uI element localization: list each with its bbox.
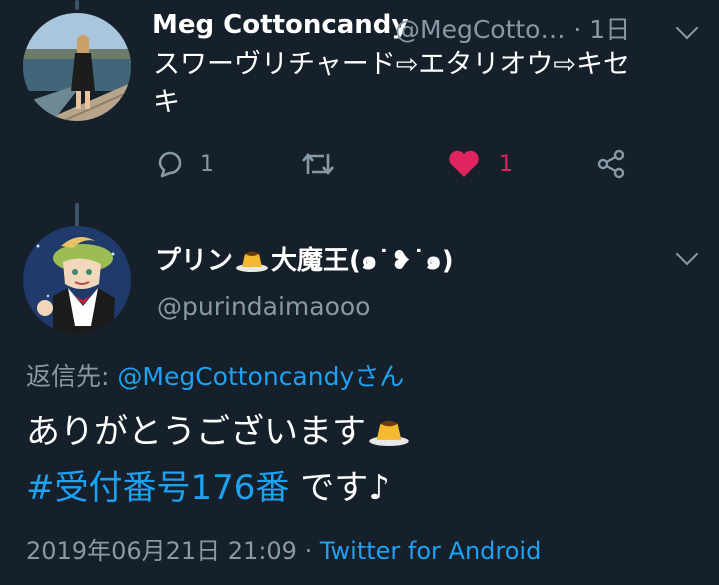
body-line1-text: ありがとうございます <box>26 412 366 452</box>
body-line2-rest: です♪ <box>289 468 390 508</box>
hashtag-link[interactable]: #受付番号176番 <box>26 468 289 508</box>
pudding-emoji <box>368 413 410 447</box>
tweet2-handle[interactable]: @purindaimaooo <box>157 292 370 321</box>
tweet1-handle-time[interactable]: @MegCotto… · 1日 <box>395 10 630 46</box>
reply-count: 1 <box>200 151 214 177</box>
tweet1-display-name[interactable]: Meg Cottoncandy <box>152 10 408 40</box>
tweet2-display-name[interactable]: プリン 大魔王(๑˙❥˙๑) <box>155 240 454 281</box>
thread-line-top <box>75 0 79 10</box>
reply-to-suffix: さん <box>354 362 405 391</box>
reply-action[interactable]: 1 <box>154 144 214 184</box>
timestamp: 2019年06月21日 21:09 · <box>26 537 320 565</box>
pudding-emoji <box>235 246 269 272</box>
like-count: 1 <box>499 151 513 177</box>
chevron-down-icon[interactable] <box>675 16 699 40</box>
avatar-meg[interactable] <box>23 13 131 121</box>
retweet-icon <box>302 152 334 176</box>
tweet2-meta: 2019年06月21日 21:09 · Twitter for Android <box>26 532 541 570</box>
reply-icon <box>158 151 182 178</box>
tweet2-body-line2: #受付番号176番 です♪ <box>26 466 390 510</box>
tweet1-text-line1: スワーヴリチャード⇨エタリオウ⇨キセ <box>153 49 630 80</box>
share-icon <box>597 149 625 179</box>
tweet-thread: Meg Cottoncandy @MegCotto… · 1日 スワーヴリチャー… <box>0 0 719 585</box>
retweet-action[interactable] <box>300 144 336 184</box>
like-action[interactable]: 1 <box>447 144 513 184</box>
avatar-purin[interactable] <box>23 226 131 334</box>
heart-icon <box>449 150 479 177</box>
reply-to-line: 返信先: @MegCottoncandyさん <box>26 358 404 396</box>
share-action[interactable] <box>595 144 627 184</box>
tweet1-text-line2: キ <box>153 87 180 118</box>
display-name-prefix: プリン <box>155 246 234 276</box>
chevron-down-icon[interactable] <box>675 242 699 266</box>
thread-line-middle <box>75 203 79 227</box>
display-name-suffix: 大魔王(๑˙❥˙๑) <box>271 246 454 276</box>
reply-to-label: 返信先: <box>26 362 118 391</box>
source-link[interactable]: Twitter for Android <box>320 537 541 565</box>
tweet2-body-line1: ありがとうございます <box>26 410 412 454</box>
reply-to-handle[interactable]: @MegCottoncandy <box>117 362 354 391</box>
